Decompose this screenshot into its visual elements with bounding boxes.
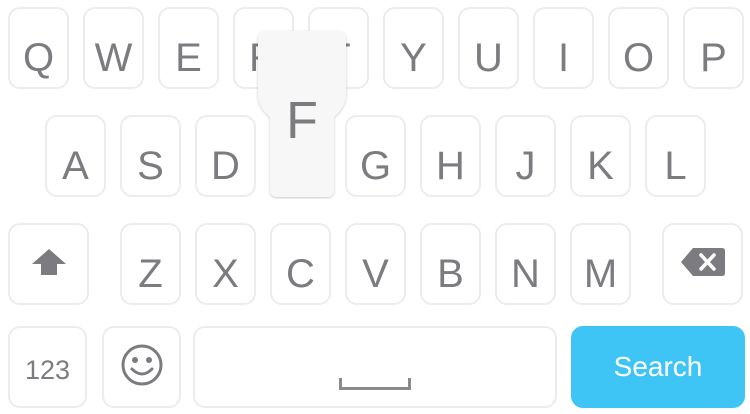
numbers-key-label: 123 <box>24 355 71 385</box>
smiley-face-icon <box>120 343 164 392</box>
key-label: D <box>211 144 240 188</box>
search-button-label: Search <box>613 351 703 382</box>
onscreen-keyboard: Q W E R T Y U I O P A S D F G H J K L Z … <box>0 0 750 414</box>
key-d[interactable]: D <box>195 115 256 197</box>
key-label: V <box>362 252 389 296</box>
key-label: H <box>436 144 465 188</box>
key-label: T <box>326 36 351 80</box>
key-label: M <box>583 252 618 296</box>
key-z[interactable]: Z <box>120 223 181 305</box>
key-i[interactable]: I <box>533 7 594 89</box>
key-t[interactable]: T <box>308 7 369 89</box>
key-w[interactable]: W <box>83 7 144 89</box>
space-bar-icon <box>339 378 411 390</box>
key-label: W <box>94 36 133 80</box>
key-label: B <box>437 252 464 296</box>
space-bar[interactable] <box>193 326 557 408</box>
key-label: P <box>700 36 727 80</box>
key-label: N <box>511 252 540 296</box>
key-label: G <box>359 144 392 188</box>
key-c[interactable]: C <box>270 223 331 305</box>
key-label: S <box>137 144 164 188</box>
backspace-icon <box>680 246 726 283</box>
key-label: I <box>557 36 570 80</box>
key-label: O <box>622 36 655 80</box>
key-a[interactable]: A <box>45 115 106 197</box>
key-label: Q <box>22 36 55 80</box>
key-s[interactable]: S <box>120 115 181 197</box>
key-y[interactable]: Y <box>383 7 444 89</box>
key-m[interactable]: M <box>570 223 631 305</box>
key-r[interactable]: R <box>233 7 294 89</box>
key-e[interactable]: E <box>158 7 219 89</box>
key-label: A <box>62 144 89 188</box>
key-k[interactable]: K <box>570 115 631 197</box>
numbers-key[interactable]: 123 <box>8 326 87 408</box>
key-label: E <box>175 36 202 80</box>
key-o[interactable]: O <box>608 7 669 89</box>
key-label: Y <box>400 36 427 80</box>
key-x[interactable]: X <box>195 223 256 305</box>
key-l[interactable]: L <box>645 115 706 197</box>
key-p[interactable]: P <box>683 7 744 89</box>
key-q[interactable]: Q <box>8 7 69 89</box>
key-label: K <box>587 144 614 188</box>
key-h[interactable]: H <box>420 115 481 197</box>
key-label: U <box>474 36 503 80</box>
key-label: Z <box>138 252 163 296</box>
search-button[interactable]: Search <box>571 326 745 408</box>
key-label: R <box>249 36 278 80</box>
shift-key[interactable] <box>8 223 89 305</box>
emoji-key[interactable] <box>102 326 181 408</box>
key-g[interactable]: G <box>345 115 406 197</box>
key-j[interactable]: J <box>495 115 556 197</box>
backspace-key[interactable] <box>662 223 743 305</box>
key-v[interactable]: V <box>345 223 406 305</box>
key-n[interactable]: N <box>495 223 556 305</box>
key-label: X <box>212 252 239 296</box>
key-b[interactable]: B <box>420 223 481 305</box>
shift-arrow-icon <box>29 245 69 284</box>
key-label: L <box>664 144 687 188</box>
key-u[interactable]: U <box>458 7 519 89</box>
key-label: C <box>286 252 315 296</box>
key-label: J <box>515 144 536 188</box>
key-f[interactable]: F <box>270 115 331 197</box>
key-label: F <box>288 144 313 188</box>
